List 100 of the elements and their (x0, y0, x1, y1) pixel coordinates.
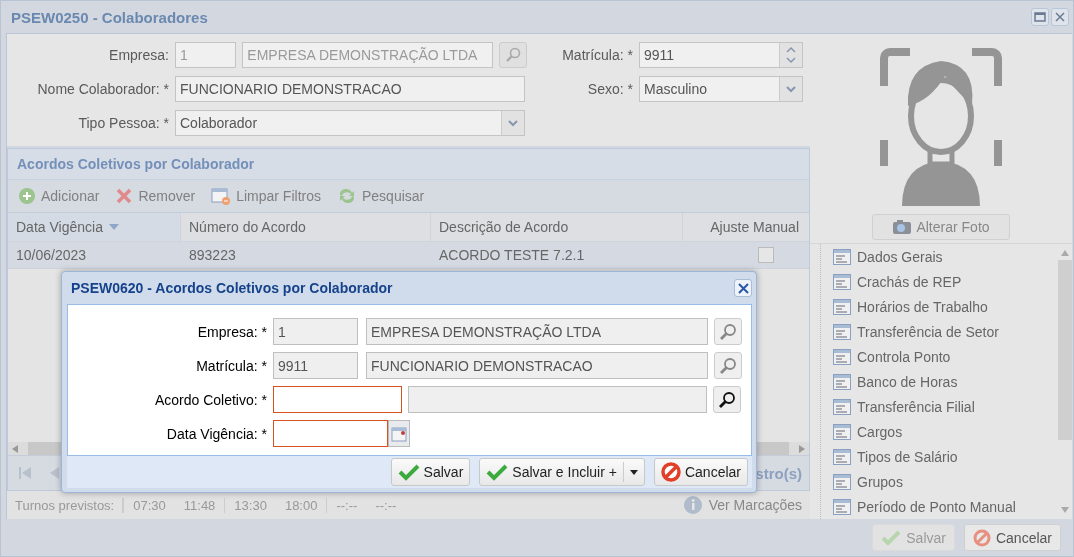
panel-title: Acordos Coletivos por Colaborador (17, 156, 255, 172)
field-label: Empresa: * (196, 323, 267, 340)
menu-item[interactable]: Grupos (821, 469, 1058, 494)
camera-icon (892, 219, 913, 235)
caret-icon[interactable] (629, 469, 638, 475)
form-icon (833, 473, 851, 490)
maximize-icon (1034, 12, 1046, 22)
change-photo-button[interactable]: Alterar Foto (872, 214, 1010, 240)
close-button[interactable] (1051, 8, 1069, 26)
form-icon (833, 373, 851, 390)
field-label: Tipo Pessoa: * (77, 115, 169, 131)
field-label: Matrícula: * (561, 47, 633, 63)
arrow-right-icon[interactable] (799, 444, 805, 453)
number-spinner-field[interactable]: 9911 (639, 42, 803, 68)
column-header[interactable]: Data Vigência (8, 213, 181, 241)
view-marks-link[interactable]: Ver Marcações (708, 497, 802, 513)
form-icon (833, 348, 851, 365)
table-cell-text: ACORDO TESTE 7.2.1 (438, 246, 586, 265)
shift-time: --:-- (326, 497, 367, 513)
date-field[interactable] (273, 420, 388, 447)
name-field[interactable]: FUNCIONARIO DEMONSTRACAO (175, 76, 525, 102)
info-icon (682, 495, 703, 515)
table-cell-text: 893223 (188, 246, 237, 265)
form-icon (833, 498, 851, 515)
menu-item[interactable]: Banco de Horas (821, 369, 1058, 394)
form-icon (833, 298, 851, 315)
shift-time: 11:48 (182, 497, 217, 513)
sort-icon (108, 224, 119, 230)
shift-time: 07:30 (123, 497, 175, 513)
record-count: stro(s) (755, 464, 803, 482)
menu-item[interactable]: Horários de Trabalho (821, 294, 1058, 319)
company-name-field: EMPRESA DEMONSTRAÇÃO LTDA (242, 42, 494, 68)
field-label: Data Vigência: * (165, 425, 267, 442)
menu-item[interactable]: Transferência de Setor (821, 319, 1058, 344)
first-page-icon[interactable] (18, 465, 32, 481)
check-icon (397, 463, 420, 481)
menu-item[interactable]: Controla Ponto (821, 344, 1058, 369)
shift-time: --:-- (374, 497, 398, 513)
code-field[interactable] (273, 386, 402, 413)
search-icon (719, 322, 737, 341)
window-title: PSEW0250 - Colaboradores (11, 8, 209, 26)
plus-icon (18, 187, 36, 205)
arrow-up-icon[interactable] (1061, 250, 1069, 256)
form-icon (833, 323, 851, 340)
menu-item[interactable]: Crachás de REP (821, 269, 1058, 294)
field-label: Acordo Coletivo: * (153, 391, 267, 408)
form-icon (833, 423, 851, 440)
shift-time: 13:30 (224, 497, 276, 513)
shift-label: Turnos previstos: (15, 497, 124, 513)
person-type-dropdown[interactable]: Colaborador (175, 110, 525, 136)
add-button[interactable]: Adicionar (14, 187, 104, 205)
chevron-down-icon (508, 119, 518, 127)
form-icon (833, 248, 851, 265)
field-label: Nome Colaborador: * (36, 81, 169, 97)
column-header[interactable]: Número do Acordo (181, 213, 431, 241)
maximize-button[interactable] (1031, 8, 1049, 26)
close-icon (737, 282, 749, 294)
form-icon (833, 273, 851, 290)
form-icon (833, 398, 851, 415)
menu-item[interactable]: Transferência Filial (821, 394, 1058, 419)
cancel-button[interactable]: Cancelar (653, 458, 748, 486)
clear-button[interactable]: Limpar Filtros (207, 187, 325, 205)
company-code-field: 1 (175, 42, 237, 68)
menu-item[interactable]: Tipos de Salário (821, 444, 1058, 469)
remove-button[interactable]: Remover (111, 187, 200, 205)
cancel-icon (660, 462, 681, 482)
close-icon (1055, 12, 1065, 22)
window-icon (211, 187, 232, 205)
calendar-button[interactable] (388, 420, 410, 447)
description-field: FUNCIONARIO DEMONSTRACAO (366, 352, 708, 379)
close-icon (115, 187, 134, 205)
dialog-title: PSEW0620 - Acordos Coletivos por Colaborador (71, 280, 393, 296)
avatar-icon (880, 46, 1002, 206)
refresh-button[interactable]: Pesquisar (332, 187, 429, 205)
save-and-add-button[interactable]: Salvar e Incluir + (479, 458, 645, 486)
arrow-left-icon[interactable] (12, 444, 18, 453)
arrow-down-icon[interactable] (1061, 507, 1069, 513)
search-icon (719, 356, 737, 375)
column-header[interactable]: Descrição de Acordo (431, 213, 683, 241)
form-icon (833, 448, 851, 465)
check-icon (486, 463, 509, 481)
menu-item[interactable]: Período de Ponto Manual (821, 494, 1058, 519)
check-icon (881, 529, 902, 546)
description-field: EMPRESA DEMONSTRAÇÃO LTDA (366, 318, 708, 345)
column-header[interactable]: Ajuste Manual (683, 213, 805, 241)
save-button[interactable]: Salvar (390, 458, 471, 486)
gender-dropdown[interactable]: Masculino (639, 76, 803, 102)
close-button[interactable] (734, 279, 752, 297)
search-button[interactable] (713, 386, 741, 413)
checkbox[interactable] (758, 247, 774, 263)
cancel-icon (972, 528, 991, 547)
menu-item[interactable]: Dados Gerais (821, 244, 1058, 269)
field-label: Sexo: * (586, 81, 633, 97)
menu-item[interactable]: Cargos (821, 419, 1058, 444)
chevron-down-icon (786, 85, 796, 93)
search-icon (718, 390, 736, 409)
field-label: Empresa: (108, 47, 169, 63)
spinner-arrows-icon (786, 45, 796, 65)
calendar-icon (391, 425, 407, 442)
cancel-button[interactable]: Cancelar (963, 524, 1061, 551)
